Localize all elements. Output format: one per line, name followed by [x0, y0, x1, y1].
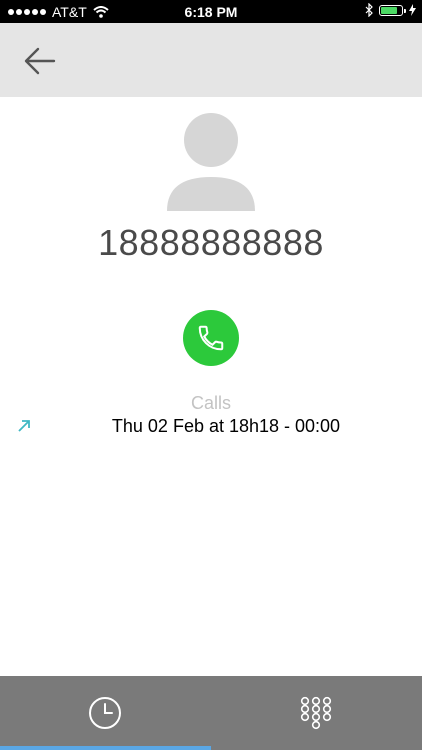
status-right	[365, 3, 416, 17]
dialpad-icon	[300, 696, 332, 730]
header-bar	[0, 23, 422, 97]
call-button[interactable]	[183, 310, 239, 366]
back-arrow-icon	[24, 47, 56, 75]
status-bar: AT&T 6:18 PM	[0, 0, 422, 23]
back-button[interactable]	[22, 43, 58, 79]
calls-section-title: Calls	[190, 393, 231, 413]
call-log-row[interactable]: Thu 02 Feb at 18h18 - 00:00	[0, 414, 422, 440]
tab-history[interactable]	[0, 676, 211, 750]
tab-dialpad[interactable]	[211, 676, 422, 750]
bluetooth-icon	[365, 3, 373, 17]
contact-avatar	[161, 111, 261, 211]
clock-icon	[89, 697, 121, 729]
contact-number: 18888888888	[98, 222, 324, 263]
battery-level	[381, 6, 397, 14]
person-avatar-icon	[167, 113, 255, 211]
bottom-tab-bar	[0, 676, 422, 750]
phone-icon	[198, 325, 224, 351]
charging-bolt-icon	[409, 4, 416, 16]
status-time: 6:18 PM	[184, 4, 238, 20]
battery-icon	[379, 4, 406, 16]
selected-tab-indicator	[0, 746, 211, 750]
call-log-text: Thu 02 Feb at 18h18 - 00:00	[111, 416, 341, 436]
